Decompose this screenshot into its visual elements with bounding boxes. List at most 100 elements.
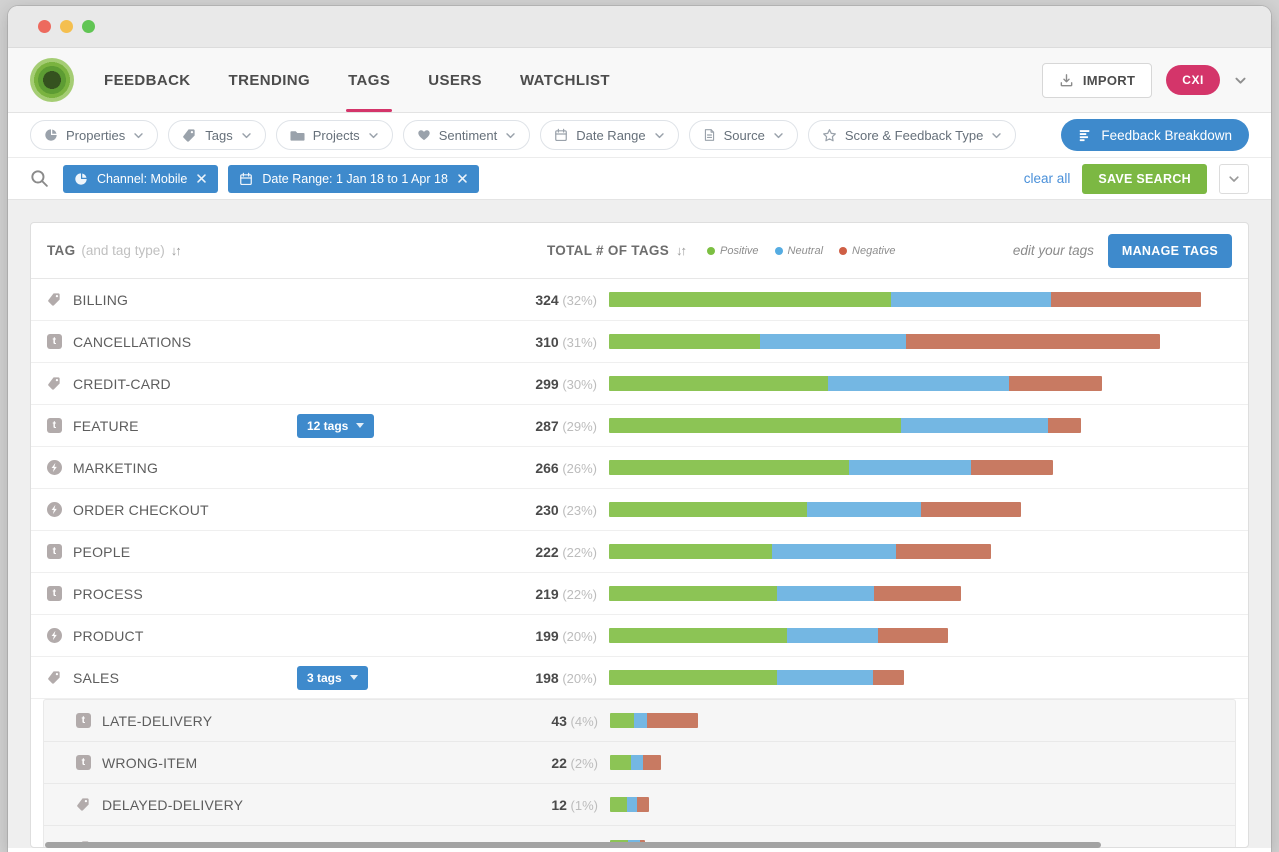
table-row[interactable]: DELAYED-DELIVERY12 (1%)	[44, 784, 1235, 826]
expand-tags-button[interactable]: 12 tags	[297, 414, 374, 438]
account-badge[interactable]: CXI	[1166, 65, 1220, 95]
sentiment-segment-positive	[609, 670, 777, 685]
filter-pill-properties[interactable]: Properties	[30, 120, 158, 150]
tag-type-auto-icon	[47, 628, 62, 643]
tag-type-tag-icon	[47, 292, 62, 307]
tag-type-auto-icon	[47, 460, 62, 475]
main-nav: FEEDBACK TRENDING TAGS USERS WATCHLIST I…	[8, 48, 1271, 113]
tag-name: DELAYED-DELIVERY	[102, 797, 243, 813]
close-icon[interactable]	[457, 173, 468, 184]
feedback-breakdown-label: Feedback Breakdown	[1101, 128, 1232, 143]
table-row[interactable]: PRODUCT199 (20%)	[31, 615, 1248, 657]
pie-chart-icon	[44, 128, 58, 142]
tag-name-cell: tCANCELLATIONS	[47, 334, 297, 350]
tab-tags[interactable]: TAGS	[348, 48, 390, 112]
heart-icon	[417, 128, 431, 142]
sentiment-segment-positive	[609, 460, 849, 475]
sentiment-segment-neutral	[828, 376, 1009, 391]
sentiment-segment-neutral	[807, 502, 921, 517]
legend-positive: Positive	[707, 245, 759, 257]
table-row[interactable]: ORDER CHECKOUT230 (23%)	[31, 489, 1248, 531]
sentiment-bar	[609, 544, 991, 559]
download-icon	[1059, 73, 1074, 88]
save-search-options-button[interactable]	[1219, 164, 1249, 194]
table-row[interactable]: SALES3 tags198 (20%)	[31, 657, 1248, 699]
tab-watchlist[interactable]: WATCHLIST	[520, 48, 610, 112]
sentiment-bar-track	[610, 797, 1231, 812]
tab-feedback[interactable]: FEEDBACK	[104, 48, 191, 112]
filter-chips: Channel: Mobile Date Range: 1 Jan 18 to 1…	[63, 165, 479, 193]
sentiment-bar	[609, 418, 1081, 433]
sentiment-segment-negative	[873, 670, 904, 685]
chevron-down-icon	[1228, 173, 1240, 185]
sort-icon[interactable]: ↓↑	[171, 243, 180, 258]
total-column-header[interactable]: TOTAL # OF TAGS ↓↑	[547, 243, 685, 258]
table-row[interactable]: tPEOPLE222 (22%)	[31, 531, 1248, 573]
clear-all-link[interactable]: clear all	[1024, 171, 1071, 186]
account-menu-chevron-down-icon[interactable]	[1234, 74, 1247, 87]
maximize-window-button[interactable]	[82, 20, 95, 33]
table-row[interactable]: tWRONG-ITEM22 (2%)	[44, 742, 1235, 784]
tag-name: SALES	[73, 670, 119, 686]
tag-count: 22 (2%)	[428, 755, 598, 771]
sentiment-bar	[609, 292, 1201, 307]
sentiment-segment-neutral	[772, 544, 896, 559]
tab-users[interactable]: USERS	[428, 48, 482, 112]
table-row[interactable]: tCANCELLATIONS310 (31%)	[31, 321, 1248, 363]
tag-name-cell: CREDIT-CARD	[47, 376, 297, 392]
close-icon[interactable]	[196, 173, 207, 184]
feedback-breakdown-button[interactable]: Feedback Breakdown	[1061, 119, 1249, 151]
table-row[interactable]: MARKETING266 (26%)	[31, 447, 1248, 489]
expand-tags-label: 12 tags	[307, 419, 348, 433]
sentiment-segment-negative	[1009, 376, 1103, 391]
horizontal-scrollbar[interactable]	[45, 842, 1101, 848]
star-icon	[822, 128, 837, 143]
sort-icon[interactable]: ↓↑	[676, 243, 685, 258]
filter-pill-projects[interactable]: Projects	[276, 120, 393, 150]
filter-pill-sentiment[interactable]: Sentiment	[403, 120, 531, 150]
sub-tags-group: tLATE-DELIVERY43 (4%)tWRONG-ITEM22 (2%)D…	[43, 699, 1236, 848]
tag-count-percent: (29%)	[559, 419, 597, 434]
tab-label: FEEDBACK	[104, 72, 191, 89]
table-row[interactable]: tFEATURE12 tags287 (29%)	[31, 405, 1248, 447]
sentiment-legend: Positive Neutral Negative	[707, 245, 895, 257]
save-search-button[interactable]: SAVE SEARCH	[1082, 164, 1207, 194]
legend-label: Positive	[720, 245, 759, 257]
table-row[interactable]: tLATE-DELIVERY43 (4%)	[44, 700, 1235, 742]
filter-pill-tags[interactable]: Tags	[168, 120, 265, 150]
tag-count-value: 287	[535, 418, 558, 434]
tag-name: WRONG-ITEM	[102, 755, 197, 771]
sentiment-segment-negative	[971, 460, 1053, 475]
manage-tags-button[interactable]: MANAGE TAGS	[1108, 234, 1232, 268]
tag-type-text-icon: t	[47, 544, 62, 559]
import-button[interactable]: IMPORT	[1042, 63, 1152, 98]
minimize-window-button[interactable]	[60, 20, 73, 33]
filter-pill-label: Tags	[205, 128, 232, 143]
tag-count: 230 (23%)	[427, 502, 597, 518]
tag-column-header[interactable]: TAG (and tag type) ↓↑	[47, 243, 427, 258]
filter-chip[interactable]: Channel: Mobile	[63, 165, 218, 193]
tag-count-percent: (4%)	[567, 714, 598, 729]
table-row[interactable]: BILLING324 (32%)	[31, 279, 1248, 321]
tag-name-cell: PRODUCT	[47, 628, 297, 644]
tab-trending[interactable]: TRENDING	[229, 48, 311, 112]
sentiment-segment-positive	[609, 292, 891, 307]
tag-name: BILLING	[73, 292, 128, 308]
filter-pill-score-feedback-type[interactable]: Score & Feedback Type	[808, 120, 1017, 150]
close-window-button[interactable]	[38, 20, 51, 33]
table-row[interactable]: tPROCESS219 (22%)	[31, 573, 1248, 615]
filter-pill-source[interactable]: Source	[689, 120, 798, 150]
filter-pill-date-range[interactable]: Date Range	[540, 120, 678, 150]
tag-name: MARKETING	[73, 460, 158, 476]
app-window: FEEDBACK TRENDING TAGS USERS WATCHLIST I…	[8, 6, 1271, 852]
tag-name-cell: SALES	[47, 670, 297, 686]
expand-tags-button[interactable]: 3 tags	[297, 666, 368, 690]
search-icon[interactable]	[30, 169, 49, 188]
filter-chip[interactable]: Date Range: 1 Jan 18 to 1 Apr 18	[228, 165, 479, 193]
filter-pill-label: Date Range	[576, 128, 645, 143]
sentiment-segment-neutral	[627, 797, 636, 812]
table-row[interactable]: CREDIT-CARD299 (30%)	[31, 363, 1248, 405]
sentiment-segment-neutral	[634, 713, 647, 728]
folder-icon	[290, 128, 305, 143]
sentiment-bar	[609, 460, 1053, 475]
